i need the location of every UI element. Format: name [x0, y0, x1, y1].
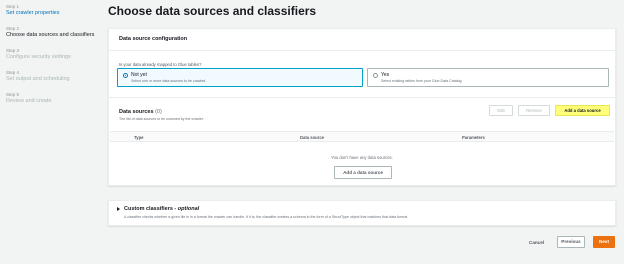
add-data-source-empty-button[interactable]: Add a data source: [334, 166, 392, 179]
previous-button[interactable]: Previous: [557, 236, 585, 248]
wizard-steps-nav: Step 1 Set crawler properties Step 2 Cho…: [0, 0, 98, 264]
step-1[interactable]: Step 1 Set crawler properties: [6, 4, 98, 17]
radio-selected-indicator[interactable]: [123, 73, 128, 78]
step-title-link[interactable]: Set crawler properties: [6, 10, 98, 17]
next-button[interactable]: Next: [593, 236, 615, 248]
step-2: Step 2 Choose data sources and classifie…: [6, 26, 98, 39]
step-4: Step 4 Set output and scheduling: [6, 70, 98, 83]
column-header-data-source[interactable]: Data source: [300, 135, 324, 140]
data-sources-title-text: Data sources: [119, 109, 154, 115]
step-3: Step 3 Configure security settings: [6, 48, 98, 61]
custom-classifiers-title[interactable]: Custom classifiers - optional: [124, 206, 199, 212]
empty-state-message: You don't have any data sources.: [331, 155, 393, 160]
page-title: Choose data sources and classifiers: [108, 4, 317, 18]
radio-label: Not yet: [131, 72, 147, 78]
data-source-panel: Data source configuration Is your data a…: [108, 28, 616, 186]
step-title: Configure security settings: [6, 54, 71, 60]
radio-description: Select existing tables from your Glue Da…: [381, 79, 463, 83]
optional-label: optional: [177, 206, 200, 212]
radio-not-yet[interactable]: Not yet Select one or more data sources …: [117, 68, 363, 87]
mapping-question: Is your data already mapped to Glue tabl…: [119, 62, 202, 67]
step-title: Choose data sources and classifiers: [6, 32, 95, 38]
data-sources-title: Data sources (0): [119, 109, 162, 115]
data-sources-count: (0): [155, 109, 162, 115]
edit-button[interactable]: Edit: [489, 105, 513, 116]
step-title: Review and create: [6, 98, 52, 104]
column-header-type[interactable]: Type: [134, 135, 143, 140]
divider: [109, 50, 615, 51]
step-title: Set output and scheduling: [6, 76, 70, 82]
ds-config-title: Data source configuration: [119, 36, 188, 42]
table-header: Type Data source Parameters: [110, 131, 614, 142]
cancel-button[interactable]: Cancel: [529, 240, 544, 245]
custom-classifiers-description: A classifier checks whether a given file…: [124, 215, 409, 219]
add-data-source-button[interactable]: Add a data source: [555, 105, 610, 116]
custom-classifiers-panel[interactable]: Custom classifiers - optional A classifi…: [108, 200, 616, 226]
step-5: Step 5 Review and create: [6, 92, 98, 105]
caret-right-icon[interactable]: [117, 207, 120, 211]
radio-label: Yes: [381, 72, 390, 78]
data-sources-subtitle: The list of data sources to be scanned b…: [119, 117, 204, 121]
radio-description: Select one or more data sources to be cr…: [131, 79, 207, 83]
remove-button[interactable]: Remove: [518, 105, 550, 116]
radio-yes[interactable]: Yes Select existing tables from your Glu…: [367, 68, 609, 87]
column-header-parameters[interactable]: Parameters: [462, 135, 485, 140]
radio-unselected-indicator[interactable]: [373, 73, 378, 78]
divider: [109, 97, 615, 98]
custom-classifiers-title-text: Custom classifiers -: [124, 206, 178, 212]
